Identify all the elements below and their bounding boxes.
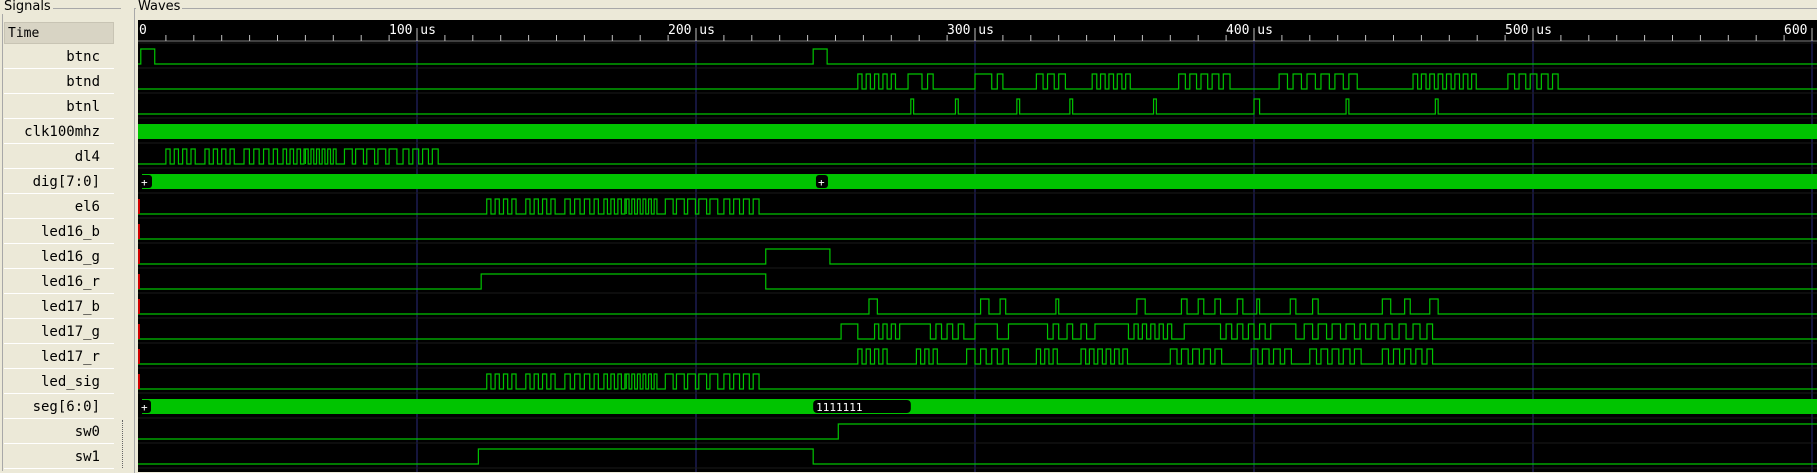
undefined-marker bbox=[138, 374, 140, 389]
clk100mhz-trace bbox=[138, 124, 1817, 139]
signal-name[interactable]: btnl bbox=[4, 95, 114, 119]
signal-name[interactable]: seg[6:0] bbox=[4, 395, 114, 419]
signal-name[interactable]: led16_g bbox=[4, 245, 114, 269]
signal-name[interactable]: led17_g bbox=[4, 320, 114, 344]
seg-bus-label: + bbox=[141, 401, 148, 414]
time-tick-label: 200 us bbox=[668, 23, 715, 38]
undefined-marker bbox=[138, 299, 140, 314]
undefined-marker bbox=[138, 324, 140, 339]
waves-panel: Waves 0 100 us 200 us 300 us 400 us 500 us 600… bbox=[130, 0, 1817, 473]
waveform-canvas[interactable]: 0 100 us 200 us 300 us 400 us 500 us 600 + + + 111… bbox=[138, 20, 1817, 472]
dig-bus-label: + bbox=[818, 176, 825, 189]
signals-panel-title: Signals bbox=[2, 0, 53, 14]
waves-panel-title: Waves bbox=[136, 0, 183, 14]
undefined-marker bbox=[138, 199, 140, 214]
signal-name[interactable]: led17_b bbox=[4, 295, 114, 319]
dig-bus-trace bbox=[142, 174, 1817, 189]
signal-name[interactable]: sw0 bbox=[4, 420, 114, 444]
time-column-header: Time bbox=[4, 22, 114, 44]
time-tick-label: 300 us bbox=[947, 23, 994, 38]
time-tick-label: 100 us bbox=[389, 23, 436, 38]
signal-name[interactable]: dl4 bbox=[4, 145, 114, 169]
time-tick-label: 500 us bbox=[1505, 23, 1552, 38]
seg-bus-value: 1111111 bbox=[816, 401, 862, 414]
signal-name[interactable]: led_sig bbox=[4, 370, 114, 394]
signal-name[interactable]: el6 bbox=[4, 195, 114, 219]
undefined-marker bbox=[138, 349, 140, 364]
undefined-marker bbox=[138, 274, 140, 289]
signal-name[interactable]: led16_r bbox=[4, 270, 114, 294]
signal-name[interactable]: btnc bbox=[4, 45, 114, 69]
dig-bus-label: + bbox=[141, 176, 148, 189]
signal-name[interactable]: led17_r bbox=[4, 345, 114, 369]
time-tick-label: 0 bbox=[139, 23, 147, 38]
signal-name[interactable]: sw1 bbox=[4, 445, 114, 469]
undefined-marker bbox=[138, 224, 140, 239]
signal-name[interactable]: btnd bbox=[4, 70, 114, 94]
undefined-marker bbox=[138, 249, 140, 264]
time-tick-label: 400 us bbox=[1226, 23, 1273, 38]
signals-panel: Signals Time btnc btnd btnl clk100mhz dl4 dig… bbox=[0, 0, 130, 472]
time-tick-label: 600 bbox=[1784, 23, 1807, 38]
signal-name[interactable]: dig[7:0] bbox=[4, 170, 114, 194]
signal-name[interactable]: clk100mhz bbox=[4, 120, 114, 144]
signal-name[interactable]: led16_b bbox=[4, 220, 114, 244]
seg-bus-trace bbox=[142, 399, 1817, 414]
splitter-grip[interactable] bbox=[122, 420, 127, 468]
